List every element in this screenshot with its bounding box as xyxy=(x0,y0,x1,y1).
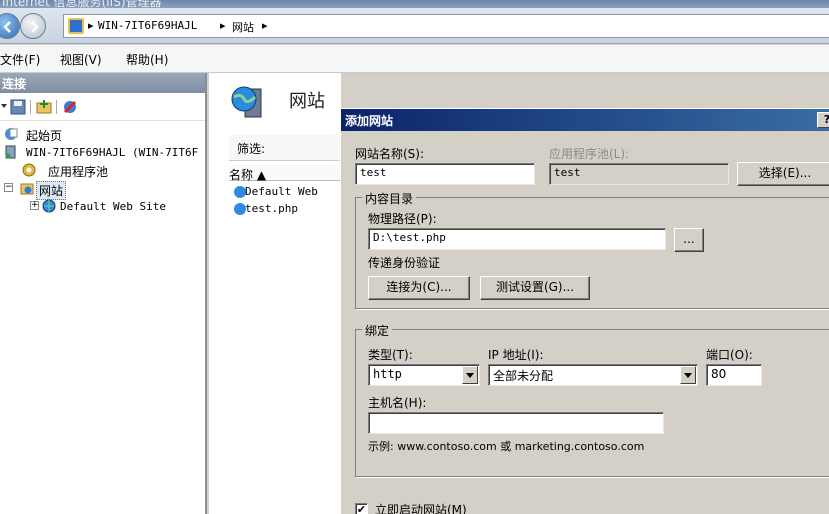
tree-label: Default Web Site xyxy=(60,200,166,213)
address-bar-area: ▸ WIN-7IT6F69HAJL ▸ 网站 ▸ xyxy=(0,8,829,44)
page-title: 网站 xyxy=(289,91,325,112)
help-button[interactable]: ? xyxy=(817,112,829,128)
connections-header: 连接 xyxy=(0,73,205,93)
start-immediately-checkbox[interactable]: ✔ xyxy=(355,503,368,514)
ip-address-label: IP 地址(I): xyxy=(488,348,544,362)
dropdown-arrow-icon[interactable] xyxy=(0,101,8,111)
breadcrumb-server[interactable]: WIN-7IT6F69HAJL xyxy=(98,19,197,32)
disconnect-icon[interactable] xyxy=(62,99,78,115)
breadcrumb-separator: ▸ xyxy=(220,19,226,32)
binding-type-select[interactable]: http xyxy=(368,364,480,386)
browse-button[interactable]: ... xyxy=(674,228,704,252)
tree-label: 应用程序池 xyxy=(48,165,109,179)
forward-button[interactable] xyxy=(20,13,46,39)
physical-path-input[interactable]: D:\test.php xyxy=(368,228,666,250)
save-icon[interactable] xyxy=(10,99,26,115)
tree-label: WIN-7IT6F69HAJL (WIN-7IT6F xyxy=(26,146,199,159)
folder-globe-icon xyxy=(20,183,34,195)
filter-label: 筛选: xyxy=(237,142,266,156)
start-immediately-label: 立即启动网站(M) xyxy=(375,503,467,514)
toolbar-divider xyxy=(56,100,57,114)
globe-icon xyxy=(42,199,56,213)
expand-toggle[interactable]: + xyxy=(30,201,39,210)
window-title: Internet 信息服务(IIS)管理器 xyxy=(2,0,162,8)
window-titlebar: Internet 信息服务(IIS)管理器 xyxy=(0,0,829,8)
binding-type-label: 类型(T): xyxy=(368,348,413,362)
breadcrumb-separator: ▸ xyxy=(88,19,94,32)
test-settings-button[interactable]: 测试设置(G)... xyxy=(480,276,590,300)
toolbar-divider xyxy=(30,100,31,114)
collapse-toggle[interactable]: − xyxy=(4,183,13,192)
site-name-input[interactable]: test xyxy=(355,163,535,185)
group-title: 绑定 xyxy=(362,322,393,339)
connections-panel: 连接 起始页 WIN-7IT6F69HAJL (WIN-7IT6F 应用程序池 … xyxy=(0,73,207,514)
app-pool-label: 应用程序池(L): xyxy=(549,147,630,161)
server-icon xyxy=(68,18,84,34)
breadcrumb-sites[interactable]: 网站 xyxy=(232,19,254,35)
app-pool-icon xyxy=(22,163,36,177)
host-name-label: 主机名(H): xyxy=(368,396,427,410)
tree-label-selected: 网站 xyxy=(36,181,67,200)
dialog-title: 添加网站 xyxy=(341,109,829,131)
arrow-right-icon xyxy=(31,21,39,33)
address-input[interactable]: ▸ WIN-7IT6F69HAJL ▸ 网站 ▸ xyxy=(63,14,829,38)
select-app-pool-button[interactable]: 选择(E)... xyxy=(737,162,829,186)
host-name-example: 示例: www.contoso.com 或 marketing.contoso.… xyxy=(368,440,645,453)
breadcrumb-separator: ▸ xyxy=(262,19,268,32)
menu-help[interactable]: 帮助(H) xyxy=(126,51,168,68)
chevron-down-icon xyxy=(462,366,478,384)
physical-path-label: 物理路径(P): xyxy=(368,212,437,226)
server-icon xyxy=(5,145,16,159)
passthrough-label: 传递身份验证 xyxy=(368,256,441,270)
port-label: 端口(O): xyxy=(706,348,753,362)
connections-toolbar xyxy=(0,95,205,121)
content-directory-group: 内容目录 物理路径(P): D:\test.php ... 传递身份验证 连接为… xyxy=(355,190,829,309)
group-title: 内容目录 xyxy=(362,190,417,207)
binding-group: 绑定 类型(T): http IP 地址(I): 全部未分配 端口(O): 80… xyxy=(355,322,829,477)
menu-file[interactable]: 文件(F) xyxy=(0,51,40,68)
add-website-dialog: 添加网站 ? 网站名称(S): test 应用程序池(L): test 选择(E… xyxy=(340,108,829,514)
home-page-icon xyxy=(5,128,18,140)
chevron-down-icon xyxy=(680,366,696,384)
connect-as-button[interactable]: 连接为(C)... xyxy=(368,276,470,300)
site-name-label: 网站名称(S): xyxy=(355,147,425,161)
host-name-input[interactable] xyxy=(368,412,664,434)
ip-address-select[interactable]: 全部未分配 xyxy=(488,364,698,386)
port-input[interactable]: 80 xyxy=(706,364,762,386)
add-connection-icon[interactable] xyxy=(36,99,52,115)
app-pool-input: test xyxy=(549,163,729,185)
menu-view[interactable]: 视图(V) xyxy=(60,51,102,68)
filter-bar: 筛选: xyxy=(229,135,349,161)
tree-label: 起始页 xyxy=(26,129,63,143)
menu-bar: 文件(F) 视图(V) 帮助(H) xyxy=(0,45,829,73)
sites-globe-icon xyxy=(231,86,262,118)
back-button[interactable] xyxy=(0,13,20,39)
arrow-left-icon xyxy=(3,21,11,33)
column-header-name[interactable]: 名称 ▲ xyxy=(229,165,349,182)
sites-list-panel: 网站 筛选: 名称 ▲ Default Web test.php xyxy=(209,73,349,514)
